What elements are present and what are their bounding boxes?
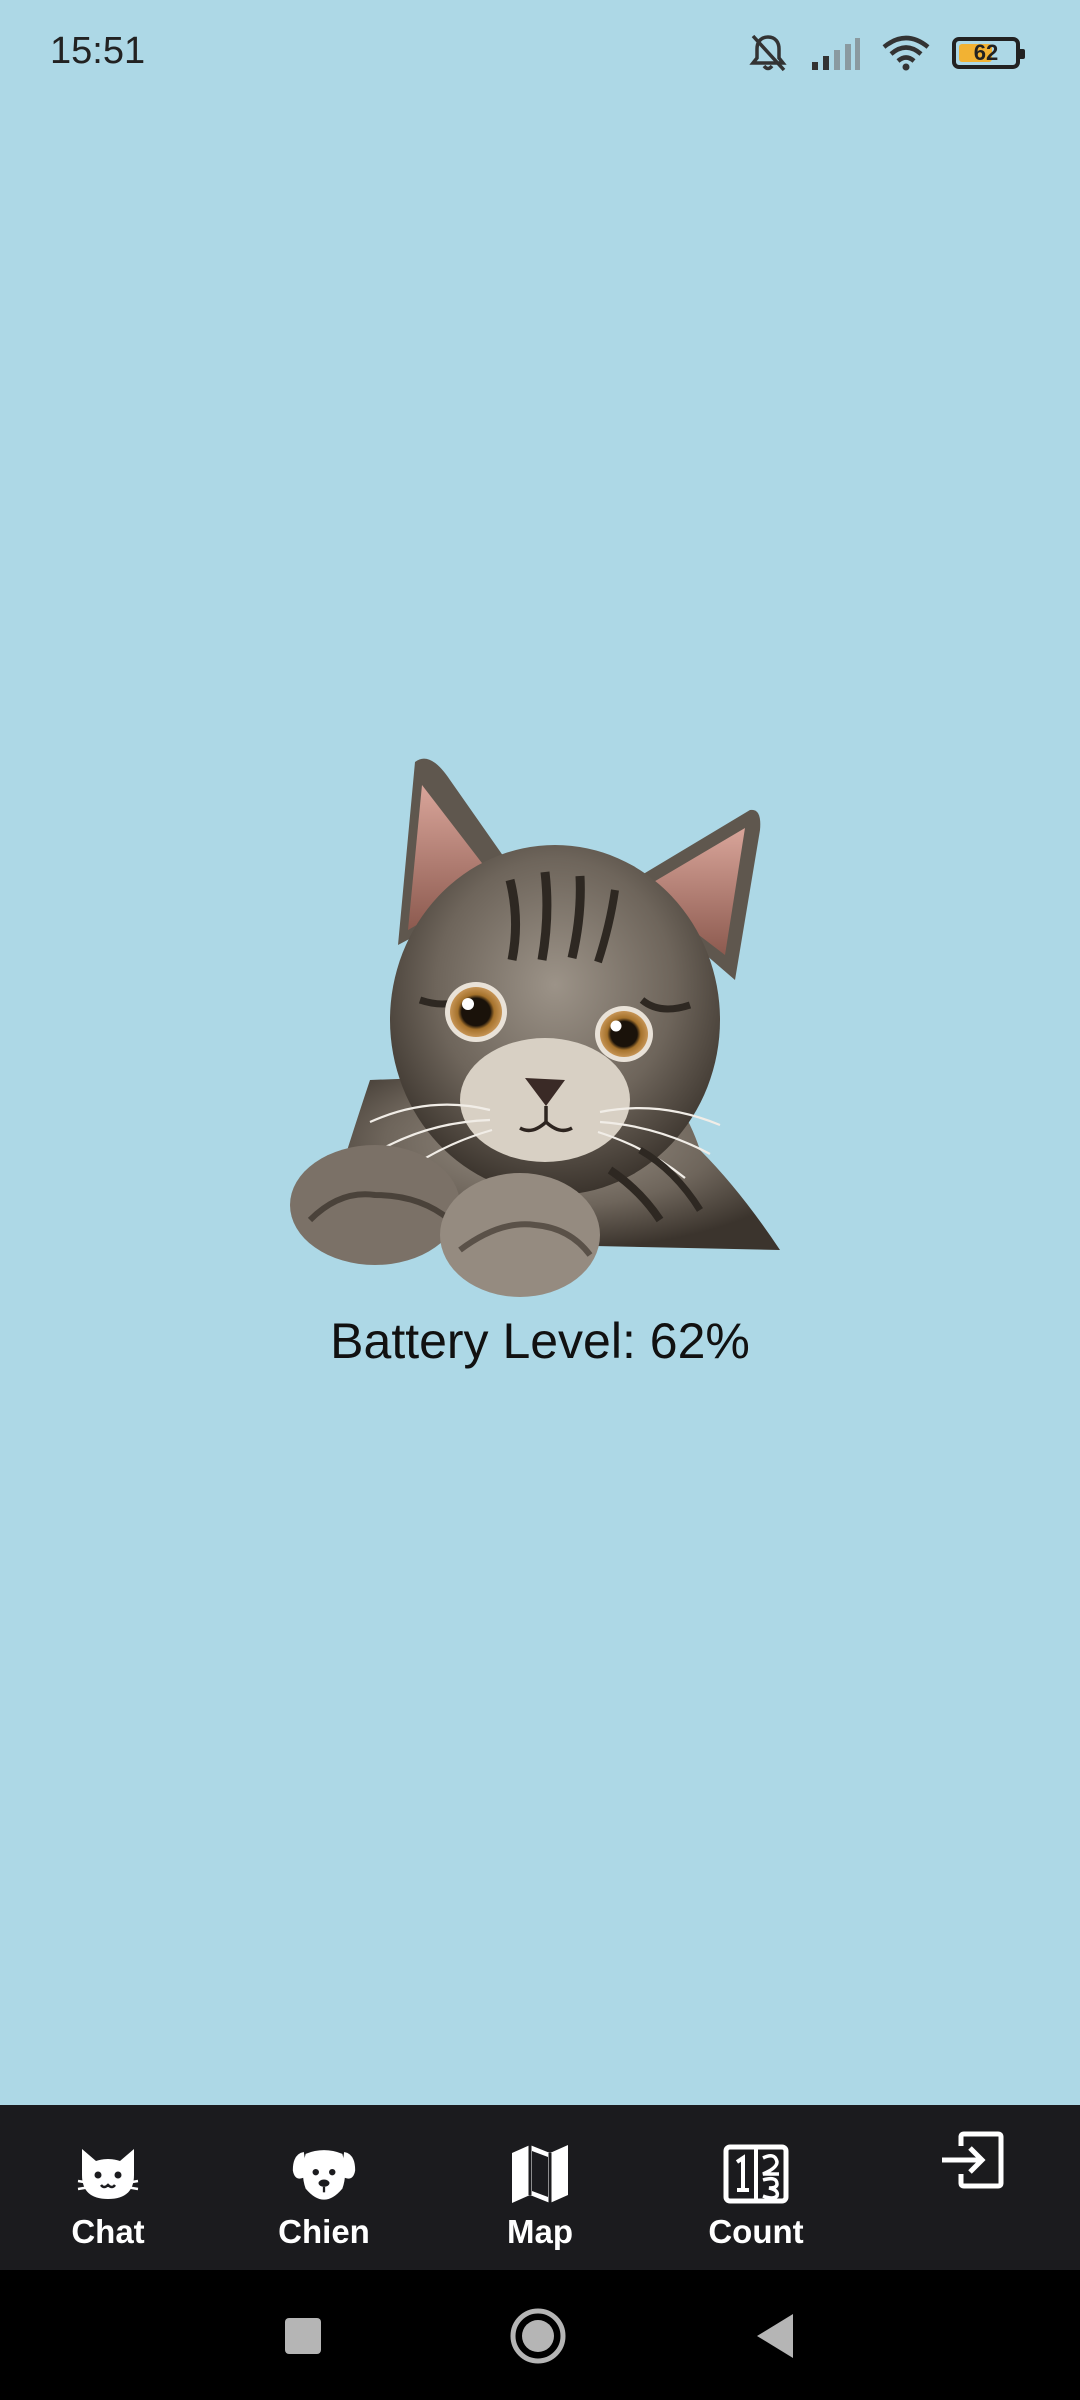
battery-icon: 62 [952,37,1025,69]
home-icon[interactable] [508,2306,568,2366]
cat-photo [280,750,800,1320]
battery-level-label: Battery Level: 62% [330,1313,750,1369]
map-icon [507,2141,573,2207]
status-icons: 62 [748,30,1025,76]
nav-label-count: Count [708,2213,804,2250]
nav-item-count[interactable]: Count [648,2105,864,2270]
signal-icon [810,36,860,70]
nav-item-chat[interactable]: Chat [0,2105,216,2270]
dog-icon [291,2141,357,2207]
nav-label-map: Map [507,2213,573,2250]
bottom-nav: Chat Chien Map Count [0,2105,1080,2270]
nav-item-map[interactable]: Map [432,2105,648,2270]
recents-icon[interactable] [273,2306,333,2366]
bell-off-icon [748,32,788,74]
counter-icon [723,2141,789,2207]
status-time: 15:51 [50,30,146,72]
back-icon[interactable] [745,2306,805,2366]
nav-item-logout[interactable] [864,2105,1080,2270]
logout-icon [939,2127,1005,2193]
wifi-icon [882,35,930,71]
system-nav-bar [0,2270,1080,2400]
battery-text: 62 [973,40,999,65]
cat-icon [75,2141,141,2207]
nav-label-chat: Chat [71,2213,145,2250]
status-bar: 15:51 62 [0,0,1080,110]
nav-label-chien: Chien [278,2213,370,2250]
nav-item-chien[interactable]: Chien [216,2105,432,2270]
